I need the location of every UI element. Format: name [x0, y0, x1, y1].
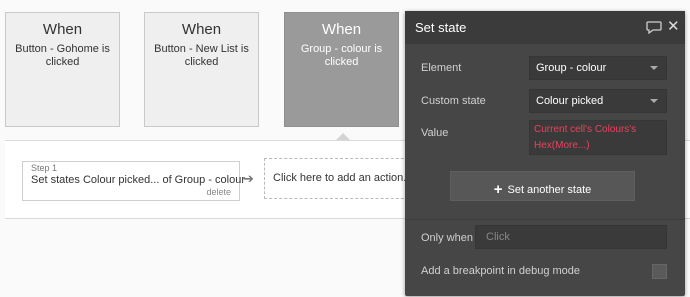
custom-state-dropdown[interactable]: Colour picked — [529, 89, 667, 113]
step-title: Set states Colour picked... of Group - c… — [31, 174, 245, 186]
set-another-state-button[interactable]: + Set another state — [450, 171, 635, 201]
breakpoint-label: Add a breakpoint in debug mode — [421, 265, 581, 277]
only-when-input[interactable]: Click — [475, 225, 667, 249]
add-action-button[interactable]: Click here to add an action... — [264, 158, 414, 199]
event-when-label: When — [321, 21, 362, 38]
event-card-group-colour[interactable]: When Group - colour is clicked — [284, 12, 399, 127]
event-when-label: When — [42, 21, 83, 38]
event-description: Button - New List is clicked — [154, 43, 249, 68]
step-delete-link[interactable]: delete — [206, 187, 231, 197]
event-description: Button - Gohome is clicked — [15, 43, 110, 68]
event-when-label: When — [181, 21, 222, 38]
only-when-label: Only when — [421, 232, 473, 244]
arrow-right-icon: ➔ — [243, 171, 254, 186]
custom-state-label: Custom state — [421, 95, 486, 107]
chevron-down-icon — [650, 66, 658, 70]
element-dropdown-value: Group - colour — [536, 62, 607, 74]
event-card-new-list[interactable]: When Button - New List is clicked — [144, 12, 259, 127]
breakpoint-checkbox[interactable] — [652, 264, 667, 279]
event-description: Group - colour is clicked — [300, 43, 383, 68]
chevron-down-icon — [650, 99, 658, 103]
step-label: Step 1 — [31, 163, 58, 173]
close-icon[interactable]: ✕ — [667, 19, 680, 34]
panel-title: Set state — [415, 20, 467, 35]
set-another-state-label: Set another state — [507, 184, 592, 196]
event-card-gohome[interactable]: When Button - Gohome is clicked — [5, 12, 120, 127]
element-label: Element — [421, 62, 462, 74]
set-state-panel: Set state ✕ Element Group - colour Custo… — [405, 11, 685, 296]
custom-state-dropdown-value: Colour picked — [536, 95, 604, 107]
selected-event-pointer — [336, 133, 350, 140]
step-card[interactable]: Step 1 Set states Colour picked... of Gr… — [22, 161, 245, 201]
plus-icon: + — [493, 181, 503, 198]
element-dropdown[interactable]: Group - colour — [529, 56, 667, 80]
comment-icon[interactable] — [646, 21, 662, 34]
panel-divider — [405, 219, 685, 220]
value-expression-field[interactable]: Current cell's Colours's Hex(More...) — [529, 120, 667, 155]
value-label: Value — [421, 127, 449, 139]
